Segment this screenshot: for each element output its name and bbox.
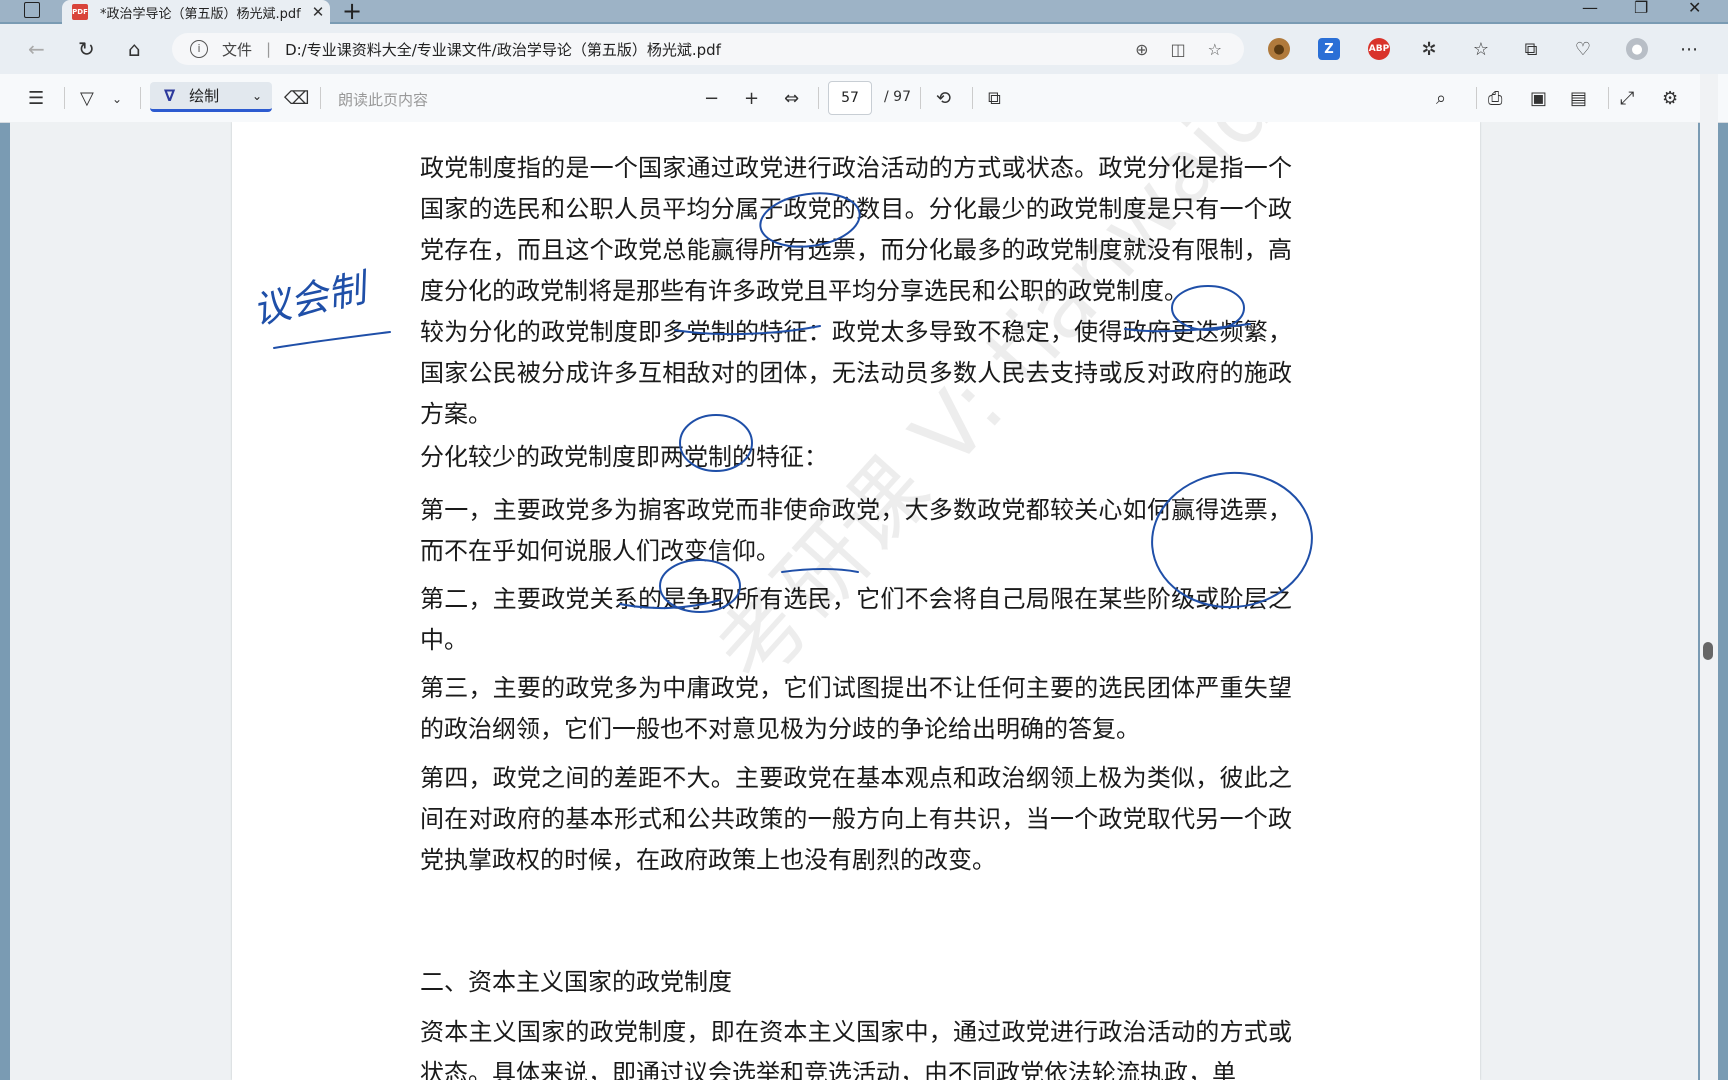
favorites-icon[interactable]: ☆ xyxy=(1470,38,1492,60)
split-screen-icon[interactable]: ◫ xyxy=(1171,40,1186,59)
page-number-input[interactable]: 57 xyxy=(828,81,872,115)
zoom-out-icon[interactable]: − xyxy=(704,88,719,109)
save-icon[interactable]: ▣ xyxy=(1530,88,1547,109)
fit-width-icon[interactable]: ⇔ xyxy=(784,88,799,109)
draw-pen-icon: ∇ xyxy=(164,86,176,105)
pdf-toolbar: ☰ ▽ ⌄ ∇ 绘制 ⌄ ⌫ 朗读此页内容 − + ⇔ 57 / 97 ⟲ ⧉ … xyxy=(0,74,1728,123)
new-tab-button[interactable]: + xyxy=(342,0,362,25)
highlight-icon[interactable]: ▽ xyxy=(80,88,94,109)
rotate-icon[interactable]: ⟲ xyxy=(936,88,951,109)
address-bar-row: ← ↻ ⌂ i 文件 | D:/专业课资料大全/专业课文件/政治学导论（第五版）… xyxy=(0,24,1728,74)
z-extension-icon[interactable]: Z xyxy=(1318,38,1340,60)
draw-label: 绘制 xyxy=(189,87,220,105)
save-as-icon[interactable]: ▤ xyxy=(1570,88,1587,109)
pdf-icon: PDF xyxy=(72,4,88,20)
draw-chevron-icon[interactable]: ⌄ xyxy=(252,89,262,103)
address-url[interactable]: D:/专业课资料大全/专业课文件/政治学导论（第五版）杨光斌.pdf xyxy=(285,39,1135,60)
toolbar-divider xyxy=(64,87,65,109)
toolbar-divider xyxy=(972,87,973,109)
tab-title: *政治学导论（第五版）杨光斌.pdf xyxy=(100,6,301,22)
adblock-extension-icon[interactable]: ABP xyxy=(1368,38,1390,60)
pdf-page: 政党制度指的是一个国家通过政党进行政治活动的方式或状态。政党分化是指一个国家的选… xyxy=(232,122,1480,1080)
back-icon[interactable]: ← xyxy=(28,37,45,61)
scrollbar-thumb[interactable] xyxy=(1703,642,1713,660)
browser-essentials-icon[interactable]: ♡ xyxy=(1572,38,1594,60)
read-aloud-button[interactable]: 朗读此页内容 xyxy=(338,89,428,110)
info-icon[interactable]: i xyxy=(190,40,208,58)
favorite-star-icon[interactable]: ☆ xyxy=(1208,40,1222,59)
toolbar-divider xyxy=(140,87,141,109)
close-window-icon[interactable]: ✕ xyxy=(1688,0,1701,17)
page-view-icon[interactable]: ⧉ xyxy=(988,88,1001,109)
draw-button[interactable]: ∇ 绘制 ⌄ xyxy=(150,82,272,112)
fullscreen-icon[interactable]: ⤢ xyxy=(1620,88,1634,109)
search-icon[interactable]: ⌕ xyxy=(1436,88,1446,109)
extensions-icon[interactable]: ✲ xyxy=(1418,38,1440,60)
section-heading: 二、资本主义国家的政党制度 xyxy=(420,968,732,996)
restore-icon[interactable]: ❐ xyxy=(1634,0,1648,17)
paragraph-point-four: 第四，政党之间的差距不大。主要政党在基本观点和政治纲领上极为类似，彼此之间在对政… xyxy=(420,764,1292,874)
settings-gear-icon[interactable]: ⚙ xyxy=(1662,88,1678,109)
address-prefix: 文件 xyxy=(222,40,253,59)
toolbar-divider xyxy=(1608,87,1609,109)
toolbar-divider xyxy=(320,87,321,109)
toolbar-divider xyxy=(818,87,819,109)
highlight-chevron-icon[interactable]: ⌄ xyxy=(112,92,122,106)
pdf-viewer[interactable]: 政党制度指的是一个国家通过政党进行政治活动的方式或状态。政党分化是指一个国家的选… xyxy=(10,122,1698,1080)
title-bar: PDF *政治学导论（第五版）杨光斌.pdf ✕ + — ❐ ✕ xyxy=(0,0,1728,25)
eraser-icon[interactable]: ⌫ xyxy=(284,88,309,109)
home-icon[interactable]: ⌂ xyxy=(128,37,141,61)
toolbar-divider xyxy=(1476,87,1477,109)
zoom-icon[interactable]: ⊕ xyxy=(1135,40,1148,59)
page-total: / 97 xyxy=(884,89,911,105)
vertical-scrollbar[interactable] xyxy=(1700,74,1718,1080)
paragraph-point-three: 第三，主要的政党多为中庸政党，它们试图提出不让任何主要的选民团体严重失望的政治纲… xyxy=(420,674,1292,743)
print-icon[interactable]: ⎙ xyxy=(1488,88,1502,109)
address-divider: | xyxy=(266,40,272,58)
address-field[interactable]: i 文件 | D:/专业课资料大全/专业课文件/政治学导论（第五版）杨光斌.pd… xyxy=(172,33,1244,65)
profile-avatar[interactable]: ● xyxy=(1626,38,1648,60)
collections-icon[interactable]: ⧉ xyxy=(1520,38,1542,60)
sidebar-toggle-icon[interactable] xyxy=(24,2,40,18)
contents-icon[interactable]: ☰ xyxy=(28,88,44,109)
paragraph-multiparty: 较为分化的政党制度即多党制的特征：政党太多导致不稳定，使得政府更迭频繁，国家公民… xyxy=(420,318,1292,428)
zoom-in-icon[interactable]: + xyxy=(744,88,759,109)
tab-close-icon[interactable]: ✕ xyxy=(306,3,330,21)
minimize-icon[interactable]: — xyxy=(1582,0,1598,17)
toolbar-divider xyxy=(920,87,921,109)
refresh-icon[interactable]: ↻ xyxy=(78,37,95,61)
cookie-extension-icon[interactable]: ● xyxy=(1268,38,1290,60)
tab-active[interactable]: PDF *政治学导论（第五版）杨光斌.pdf ✕ xyxy=(62,0,330,24)
more-menu-icon[interactable]: ⋯ xyxy=(1678,38,1700,60)
paragraph-capitalist: 资本主义国家的政党制度，即在资本主义国家中，通过政党进行政治活动的方式或状态。具… xyxy=(420,1018,1292,1080)
